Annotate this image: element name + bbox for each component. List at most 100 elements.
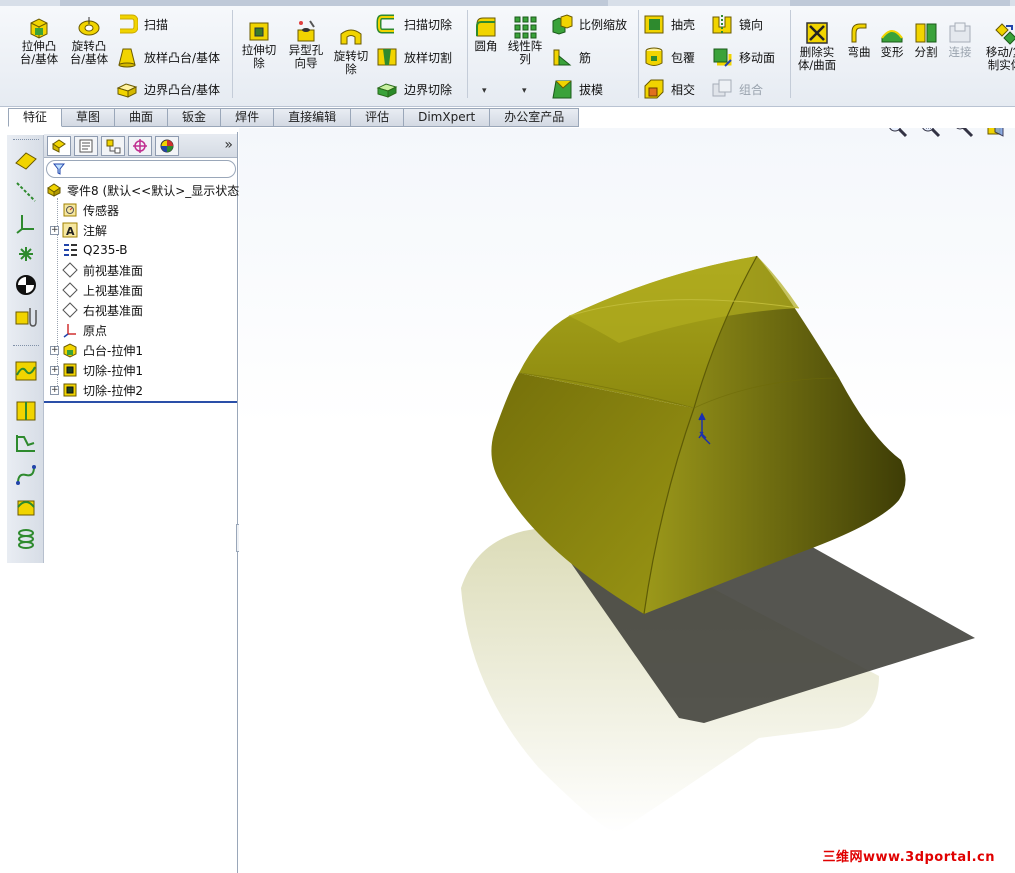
combine-icon — [712, 79, 732, 97]
scale-button[interactable]: 比例缩放 — [551, 13, 627, 35]
lofted-cut-button[interactable]: 放样切割 — [376, 46, 452, 68]
feature-filter[interactable] — [46, 160, 236, 178]
center-of-mass-button[interactable] — [12, 271, 40, 299]
plane-icon — [62, 282, 78, 298]
curve-icon — [15, 361, 37, 381]
rollback-bar[interactable] — [44, 401, 237, 403]
tab-evaluate[interactable]: 评估 — [351, 108, 405, 127]
tab-office-products[interactable]: 办公室产品 — [490, 108, 580, 127]
deform-button[interactable]: 变形 — [877, 20, 907, 59]
tree-node[interactable]: Q235-B — [50, 240, 127, 260]
flex-button[interactable]: 弯曲 — [844, 20, 874, 59]
extrude-boss-button[interactable]: 拉伸凸 台/基体 — [14, 14, 64, 66]
axis-button[interactable] — [12, 178, 40, 206]
split-icon — [915, 23, 937, 43]
move-face-button[interactable]: 移动面 — [711, 46, 775, 68]
tab-features[interactable]: 特征 — [8, 108, 63, 127]
revolve-boss-button[interactable]: 旋转凸 台/基体 — [64, 14, 114, 66]
join-button[interactable]: 连接 — [945, 20, 975, 59]
mirror-label: 镜向 — [739, 17, 764, 32]
wrap-button[interactable]: 包覆 — [643, 46, 695, 68]
tree-root-part[interactable]: 零件8 (默认<<默认>_显示状态 — [46, 180, 239, 200]
rib-button[interactable]: 筋 — [551, 46, 591, 68]
boundary-cut-button[interactable]: 边界切除 — [376, 78, 452, 100]
expand-toggle-icon[interactable]: + — [50, 345, 59, 355]
graphics-viewport[interactable]: 三维网www.3dportal.cn — [239, 128, 1015, 873]
tab-direct-editing[interactable]: 直接编辑 — [274, 108, 352, 127]
expand-toggle-icon[interactable]: + — [50, 385, 59, 395]
fillet-dropdown-icon[interactable]: ▾ — [482, 86, 487, 96]
draft-button[interactable]: 拔模 — [551, 78, 603, 100]
boundary-cut-icon — [376, 83, 398, 98]
tree-node-label: 凸台-拉伸1 — [83, 343, 143, 358]
tab-weldments[interactable]: 焊件 — [221, 108, 275, 127]
property-manager-tab[interactable] — [74, 136, 98, 156]
model-scene — [461, 255, 975, 833]
join-icon — [949, 22, 971, 43]
panel-expand-icon[interactable]: » — [224, 137, 233, 153]
tree-node[interactable]: 原点 — [50, 320, 107, 340]
composite-curve-icon — [16, 465, 36, 485]
move-face-label: 移动面 — [739, 50, 776, 65]
shell-button[interactable]: 抽壳 — [643, 13, 695, 35]
intersect-label: 相交 — [671, 82, 696, 97]
filter-input[interactable] — [69, 162, 229, 176]
expand-toggle-icon[interactable]: + — [50, 225, 59, 235]
filter-icon — [53, 163, 65, 175]
tab-sketch[interactable]: 草图 — [62, 108, 116, 127]
curves-button[interactable] — [12, 357, 40, 385]
lofted-cut-icon — [377, 48, 397, 66]
display-manager-tab[interactable] — [155, 136, 179, 156]
tab-sheet-metal[interactable]: 钣金 — [168, 108, 222, 127]
tree-node[interactable]: + 切除-拉伸1 — [50, 360, 143, 380]
scale-icon — [552, 14, 573, 35]
sweep-button[interactable]: 扫描 — [116, 13, 168, 35]
plane-icon — [62, 302, 78, 318]
tree-node[interactable]: + 凸台-拉伸1 — [50, 340, 143, 360]
plane-button[interactable] — [12, 147, 40, 175]
dimxpert-manager-tab[interactable] — [128, 136, 152, 156]
deform-label: 变形 — [880, 45, 904, 59]
intersect-button[interactable]: 相交 — [643, 78, 695, 100]
tree-node[interactable]: + A 注解 — [50, 220, 107, 240]
tab-dimxpert[interactable]: DimXpert — [404, 108, 491, 127]
delete-body-label: 删除实 体/曲面 — [797, 45, 837, 72]
swept-cut-button[interactable]: 扫描切除 — [376, 13, 452, 35]
tree-node[interactable]: 右视基准面 — [50, 300, 143, 320]
split-button[interactable]: 分割 — [911, 20, 941, 59]
tree-node[interactable]: 上视基准面 — [50, 280, 143, 300]
curve-through-points-button[interactable] — [12, 493, 40, 521]
point-button[interactable] — [12, 240, 40, 268]
configuration-manager-tab[interactable] — [101, 136, 125, 156]
combine-button[interactable]: 组合 — [711, 78, 763, 100]
linear-pattern-button[interactable]: 线性阵 列 — [504, 14, 546, 66]
tree-node-label: 原点 — [83, 323, 108, 338]
tree-node[interactable]: 传感器 — [50, 200, 119, 220]
fillet-button[interactable]: 圆角 — [470, 14, 502, 53]
shell-icon — [644, 15, 664, 34]
coordinate-system-button[interactable] — [12, 209, 40, 237]
helix-button[interactable] — [12, 525, 40, 553]
projected-curve-button[interactable] — [12, 429, 40, 457]
move-copy-body-button[interactable]: 移动/复 制实体 — [980, 20, 1015, 72]
hole-wizard-label: 异型孔 向导 — [288, 43, 324, 70]
tab-surfaces[interactable]: 曲面 — [115, 108, 169, 127]
revolve-cut-button[interactable]: 旋转切 除 — [329, 24, 373, 76]
mirror-button[interactable]: 镜向 — [711, 13, 763, 35]
feature-manager-tab[interactable] — [47, 136, 71, 156]
move-face-icon — [713, 48, 732, 67]
expand-toggle-icon[interactable]: + — [50, 365, 59, 375]
tree-node[interactable]: 前视基准面 — [50, 260, 143, 280]
split-line-button[interactable] — [12, 397, 40, 425]
delete-body-button[interactable]: 删除实 体/曲面 — [794, 20, 840, 72]
tree-node[interactable]: + 切除-拉伸2 — [50, 380, 143, 400]
mate-reference-button[interactable] — [12, 302, 40, 330]
pattern-dropdown-icon[interactable]: ▾ — [522, 86, 527, 96]
extrude-cut-button[interactable]: 拉伸切 除 — [236, 18, 282, 70]
loft-button[interactable]: 放样凸台/基体 — [116, 46, 220, 68]
hole-wizard-button[interactable]: 异型孔 向导 — [283, 18, 329, 70]
linear-pattern-label: 线性阵 列 — [507, 39, 543, 66]
boundary-boss-button[interactable]: 边界凸台/基体 — [116, 78, 220, 100]
composite-curve-button[interactable] — [12, 461, 40, 489]
toolbar-grip — [13, 139, 39, 141]
